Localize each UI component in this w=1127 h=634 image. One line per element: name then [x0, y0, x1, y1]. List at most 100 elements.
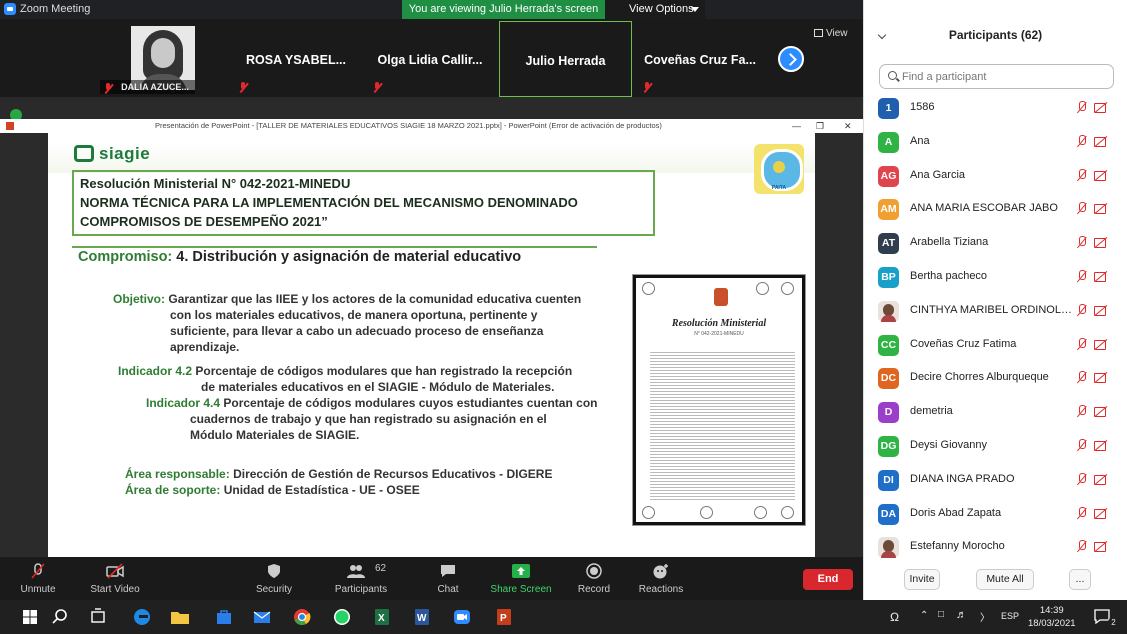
participant-row[interactable]: CINTHYA MARIBEL ORDINOLA C...	[864, 294, 1127, 328]
mic-muted-icon	[1076, 506, 1087, 520]
check-stamp-icon	[754, 506, 767, 519]
participant-row[interactable]: DG Deysi Giovanny	[864, 429, 1127, 463]
mic-muted-icon	[103, 83, 113, 94]
mic-muted-icon	[1076, 202, 1087, 215]
view-options-button[interactable]: View Options	[605, 0, 705, 19]
system-clock[interactable]: 14:39 18/03/2021	[1028, 604, 1076, 630]
volume-icon[interactable]: ♬	[956, 609, 967, 621]
mic-muted-icon	[642, 82, 652, 93]
excel-icon[interactable]: X	[370, 605, 394, 629]
objetivo-line: aprendizaje.	[170, 340, 240, 354]
chat-icon	[441, 565, 455, 577]
resolution-document-image: Resolución Ministerial N° 042-2021-MINED…	[633, 275, 805, 525]
unmute-button[interactable]: Unmute	[10, 557, 66, 600]
participant-row[interactable]: Estefanny Morocho	[864, 530, 1127, 561]
participant-avatar	[878, 537, 899, 559]
participant-search	[879, 64, 1114, 89]
video-tile-3[interactable]: Olga Lidia Callir...	[364, 21, 496, 97]
search-icon[interactable]	[48, 605, 72, 629]
participant-name: Deysi Giovanny	[910, 439, 988, 451]
share-screen-button[interactable]: Share Screen	[490, 557, 552, 600]
record-button[interactable]: Record	[570, 557, 618, 600]
language-indicator[interactable]: ESP	[1001, 611, 1019, 621]
mail-icon[interactable]	[250, 605, 274, 629]
edge-browser-icon[interactable]	[130, 605, 154, 629]
start-video-button[interactable]: Start Video	[80, 557, 150, 600]
objetivo-line: suficiente, para llevar a cabo un adecua…	[170, 324, 544, 338]
compromiso-heading: Compromiso: 4. Distribución y asignación…	[78, 249, 521, 265]
mic-muted-icon	[1076, 134, 1087, 148]
area-responsable-text: Dirección de Gestión de Recursos Educati…	[233, 467, 553, 481]
participant-row[interactable]: AM ANA MARIA ESCOBAR JABO	[864, 192, 1127, 226]
video-off-icon	[1094, 474, 1108, 485]
mic-muted-icon	[1076, 168, 1087, 182]
video-tile-1[interactable]: DALIA AZUCE...	[96, 21, 228, 97]
indicador-44-label: Indicador 4.4	[146, 396, 221, 410]
seal-text: PAITA	[771, 185, 787, 191]
file-explorer-icon[interactable]	[168, 605, 192, 629]
video-tile-2[interactable]: ROSA YSABEL...	[230, 21, 362, 97]
share-screen-label: Share Screen	[490, 584, 552, 595]
participant-row[interactable]: AG Ana Garcia	[864, 159, 1127, 193]
word-icon[interactable]: W	[410, 605, 434, 629]
participants-button[interactable]: 62 Participants	[330, 557, 392, 600]
participant-row[interactable]: DA Doris Abad Zapata	[864, 497, 1127, 531]
end-meeting-button[interactable]: End	[803, 569, 853, 590]
participant-row[interactable]: DI DIANA INGA PRADO	[864, 463, 1127, 497]
chrome-icon[interactable]	[290, 605, 314, 629]
participant-name: Coveñas Cruz Fatima	[910, 337, 1017, 350]
share-banner: You are viewing Julio Herrada's screen	[402, 0, 605, 19]
participant-avatar: BP	[878, 267, 899, 288]
whatsapp-icon[interactable]	[330, 605, 354, 629]
person-icon[interactable]: Ω	[890, 610, 899, 624]
task-view-icon[interactable]	[86, 605, 110, 629]
resolution-box: Resolución Ministerial N° 042-2021-MINED…	[72, 170, 655, 236]
ime-icon[interactable]: 〉	[980, 609, 990, 624]
participant-name: Decire Chorres Alburqueque	[910, 371, 1049, 384]
view-options-label: View Options	[629, 3, 694, 15]
view-button[interactable]: View	[814, 28, 848, 39]
participant-avatar: AM	[878, 199, 899, 221]
participant-row[interactable]: DC Decire Chorres Alburqueque	[864, 361, 1127, 395]
chat-button[interactable]: Chat	[424, 557, 472, 600]
grid-icon	[814, 29, 823, 37]
mute-all-button[interactable]: Mute All	[976, 569, 1034, 590]
siagie-logo: siagie	[74, 144, 150, 164]
next-page-button[interactable]	[778, 46, 804, 72]
participant-row[interactable]: A Ana	[864, 125, 1127, 159]
video-tile-4[interactable]: Julio Herrada	[499, 21, 632, 97]
tile-name: Julio Herrada	[525, 54, 606, 68]
security-button[interactable]: Security	[246, 557, 302, 600]
chevron-up-icon[interactable]: ⌃	[920, 610, 928, 621]
participant-row[interactable]: 1 1586	[864, 91, 1127, 125]
participant-row[interactable]: Ddemetria	[864, 395, 1127, 429]
participant-avatar: AT	[878, 233, 899, 255]
video-off-icon	[1094, 136, 1108, 147]
share-screen-icon	[512, 564, 530, 578]
windows-start-icon[interactable]	[18, 605, 42, 629]
tile-name: ROSA YSABEL...	[245, 53, 347, 67]
more-button[interactable]: ...	[1069, 569, 1091, 590]
powerpoint-app-icon[interactable]: P	[492, 605, 516, 629]
participant-row[interactable]: AT Arabella Tiziana	[864, 226, 1127, 260]
mic-muted-icon	[1076, 472, 1087, 486]
participant-row[interactable]: BP Bertha pacheco	[864, 260, 1127, 294]
objetivo-label: Objetivo:	[113, 292, 166, 306]
mic-muted-icon	[1076, 337, 1087, 351]
store-icon[interactable]	[212, 605, 236, 629]
participants-panel: Participants (62) 11586AAnaAGAna GarciaA…	[863, 0, 1127, 600]
mic-muted-icon	[1076, 540, 1087, 553]
search-input[interactable]	[902, 67, 1107, 86]
video-tile-5[interactable]: Coveñas Cruz Fa...	[634, 21, 766, 97]
invite-button[interactable]: Invite	[904, 569, 940, 590]
participant-row[interactable]: CC Coveñas Cruz Fatima	[864, 328, 1127, 362]
reactions-button[interactable]: Reactions	[632, 557, 690, 600]
mic-muted-icon	[238, 82, 248, 93]
zoom-app-icon[interactable]	[450, 605, 474, 629]
indicador-line: Porcentaje de códigos modulares que han …	[195, 364, 573, 378]
participant-name: Arabella Tiziana	[910, 236, 989, 249]
area-soporte: Área de soporte: Unidad de Estadística -…	[125, 483, 420, 499]
network-icon[interactable]: □	[938, 609, 944, 620]
video-off-icon	[1094, 541, 1108, 553]
resolution-line-2: NORMA TÉCNICA PARA LA IMPLEMENTACIÓN DEL…	[80, 195, 578, 210]
